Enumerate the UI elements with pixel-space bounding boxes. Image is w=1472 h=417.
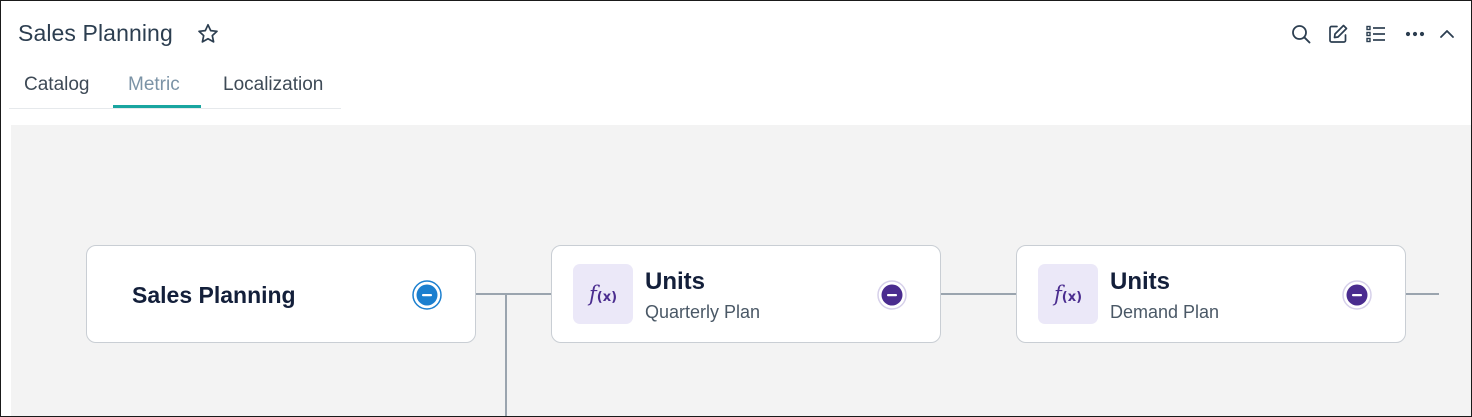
metric-node-title: Units (645, 268, 705, 295)
collapse-minus-icon[interactable] (876, 279, 908, 311)
metric-node-quarterly-plan[interactable]: f(x) Units Quarterly Plan (551, 245, 941, 343)
root-node-sales-planning[interactable]: Sales Planning (86, 245, 476, 343)
root-node-label: Sales Planning (132, 282, 296, 308)
page-title: Sales Planning (18, 20, 173, 46)
tab-catalog[interactable]: Catalog (24, 71, 90, 109)
more-options-icon[interactable] (1401, 20, 1429, 48)
chevron-up-icon[interactable] (1433, 20, 1461, 48)
tab-bar: Catalog Metric Localization (9, 71, 341, 109)
tab-metric[interactable]: Metric (128, 71, 180, 109)
metric-node-subtitle: Demand Plan (1110, 302, 1220, 322)
tab-localization[interactable]: Localization (223, 71, 323, 109)
header-toolbar (1287, 20, 1461, 48)
metric-node-demand-plan[interactable]: f(x) Units Demand Plan (1016, 245, 1406, 343)
active-tab-indicator (113, 105, 201, 108)
collapse-minus-icon[interactable] (411, 279, 443, 311)
search-icon[interactable] (1287, 20, 1315, 48)
function-fx-icon: f(x) (573, 264, 633, 324)
edit-icon[interactable] (1324, 20, 1352, 48)
function-fx-icon: f(x) (1038, 264, 1098, 324)
favorite-star-icon[interactable] (196, 22, 220, 46)
metric-node-subtitle: Quarterly Plan (645, 302, 761, 322)
metric-graph-canvas[interactable]: Sales Planning f(x) Units Quarterly Plan… (11, 125, 1471, 416)
sales-planning-panel: Sales Planning Catalog Metric Localizati… (0, 0, 1472, 417)
list-icon[interactable] (1362, 20, 1390, 48)
collapse-minus-icon[interactable] (1341, 279, 1373, 311)
metric-node-title: Units (1110, 268, 1170, 295)
